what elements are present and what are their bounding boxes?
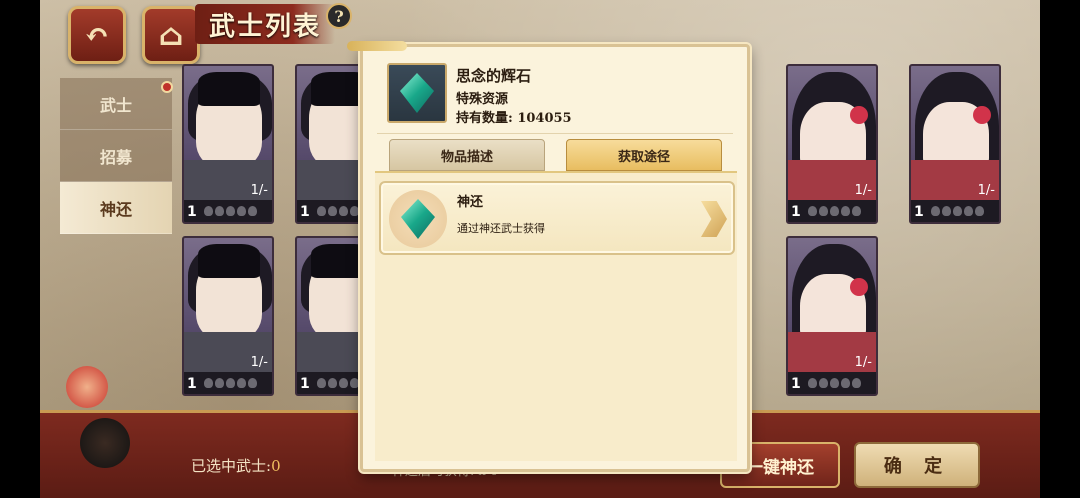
source-list-item[interactable]: 神还 通过神还武士获得 (379, 181, 735, 255)
go-arrow-icon[interactable] (701, 201, 727, 237)
ribbon-decoration (347, 41, 407, 51)
modal-overlay[interactable]: 思念的辉石 特殊资源 持有数量: 104055 物品描述 获取途径 神还 通过神… (0, 0, 1080, 498)
item-type: 特殊资源 (456, 92, 509, 107)
item-quantity: 持有数量: 104055 (456, 111, 572, 126)
source-title: 神还 (457, 195, 484, 210)
gem-icon (400, 73, 434, 113)
item-detail-popup: 思念的辉石 特殊资源 持有数量: 104055 物品描述 获取途径 神还 通过神… (347, 41, 750, 472)
tab-obtain-method[interactable]: 获取途径 (566, 139, 722, 171)
item-name: 思念的辉石 (456, 67, 532, 85)
gem-icon (401, 199, 435, 239)
divider (377, 133, 733, 134)
source-description: 通过神还武士获得 (457, 222, 545, 235)
tab-item-description[interactable]: 物品描述 (389, 139, 545, 171)
source-icon (389, 190, 447, 248)
tab-panel: 神还 通过神还武士获得 (375, 171, 737, 461)
item-icon-frame (387, 63, 447, 123)
